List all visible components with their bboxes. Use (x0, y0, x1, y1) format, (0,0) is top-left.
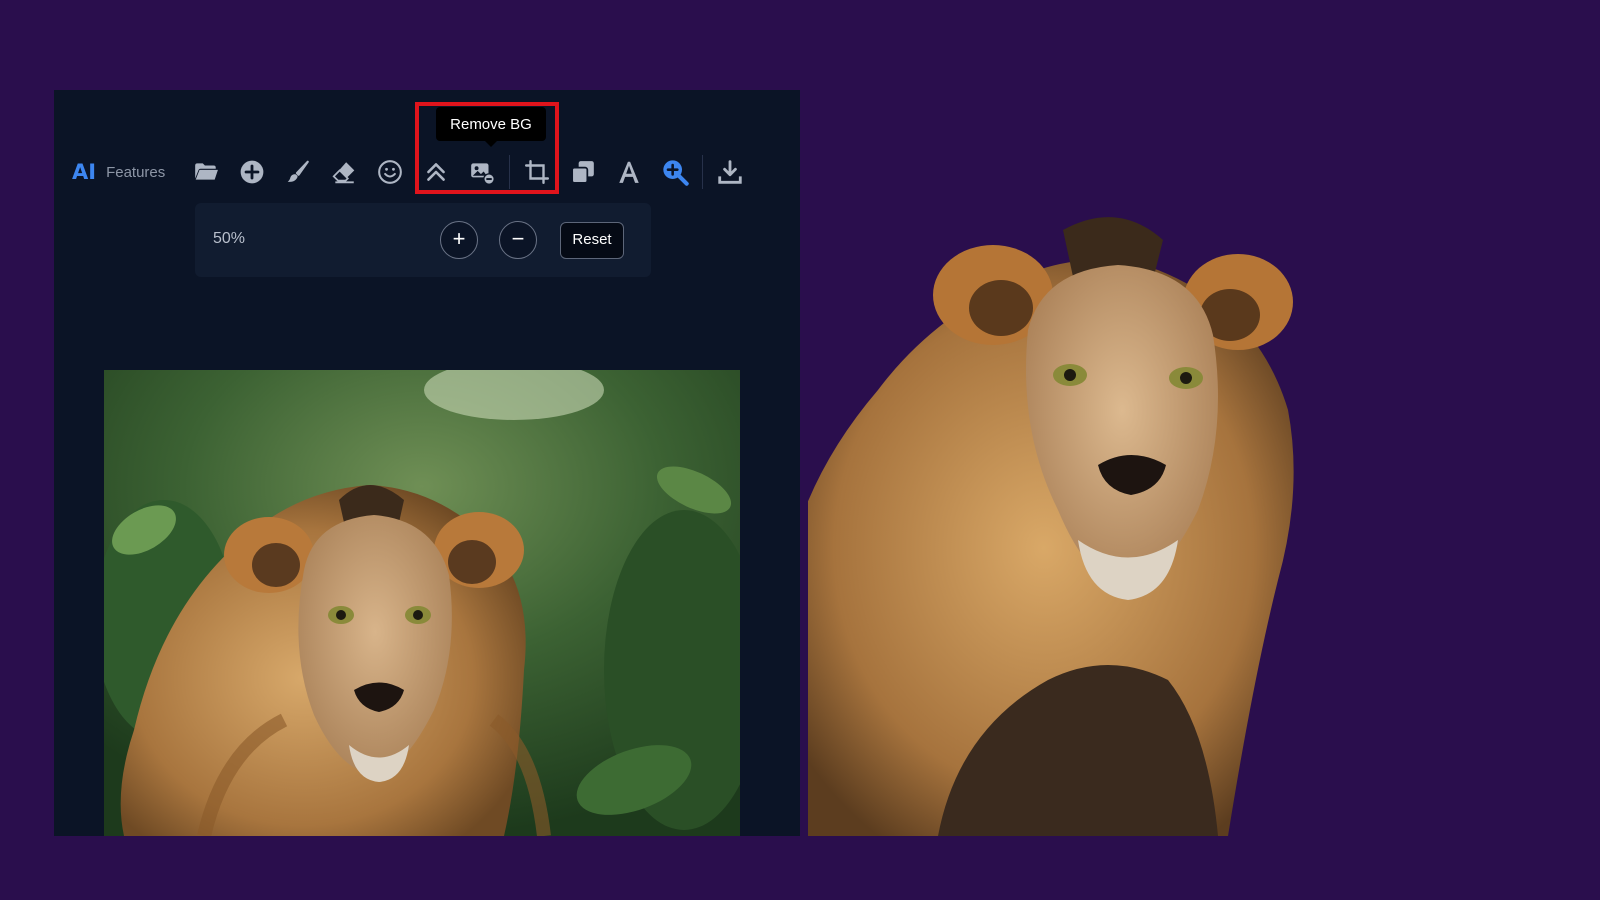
zoom-in-icon (663, 160, 689, 186)
toolbar-divider (702, 155, 704, 189)
reset-zoom-button[interactable]: Reset (560, 222, 624, 259)
remove-bg-highlight-box (415, 102, 559, 194)
text-icon (619, 161, 640, 183)
zoom-panel: 50% + − Reset (195, 203, 651, 277)
features-label[interactable]: Features (106, 164, 165, 181)
canvas-image[interactable] (104, 370, 740, 836)
layers-button[interactable] (560, 150, 606, 194)
brush-icon (287, 160, 310, 182)
add-circle-icon (240, 160, 264, 184)
zoom-in-button[interactable]: + (440, 221, 478, 259)
download-button[interactable] (707, 150, 753, 194)
open-folder-button[interactable] (183, 150, 229, 194)
lion-jungle-photo (104, 370, 740, 836)
layers-icon (571, 161, 595, 184)
zoom-level: 50% (213, 230, 246, 247)
sticker-button[interactable] (367, 150, 413, 194)
zoom-out-button[interactable]: − (499, 221, 537, 259)
eraser-button[interactable] (321, 150, 367, 194)
lion-cutout-image (794, 217, 1294, 836)
eraser-icon (332, 162, 355, 184)
emoji-icon (378, 160, 403, 184)
brush-button[interactable] (275, 150, 321, 194)
ai-badge[interactable]: AI (72, 160, 96, 184)
folder-icon (195, 163, 219, 180)
toolbar: AI Features (72, 150, 753, 194)
download-icon (718, 160, 742, 184)
zoom-button[interactable] (652, 150, 698, 194)
background-removed-result (794, 210, 1318, 836)
editor-panel: AI Features Remove BG 50% + − Reset (54, 90, 800, 836)
add-button[interactable] (229, 150, 275, 194)
text-button[interactable] (606, 150, 652, 194)
